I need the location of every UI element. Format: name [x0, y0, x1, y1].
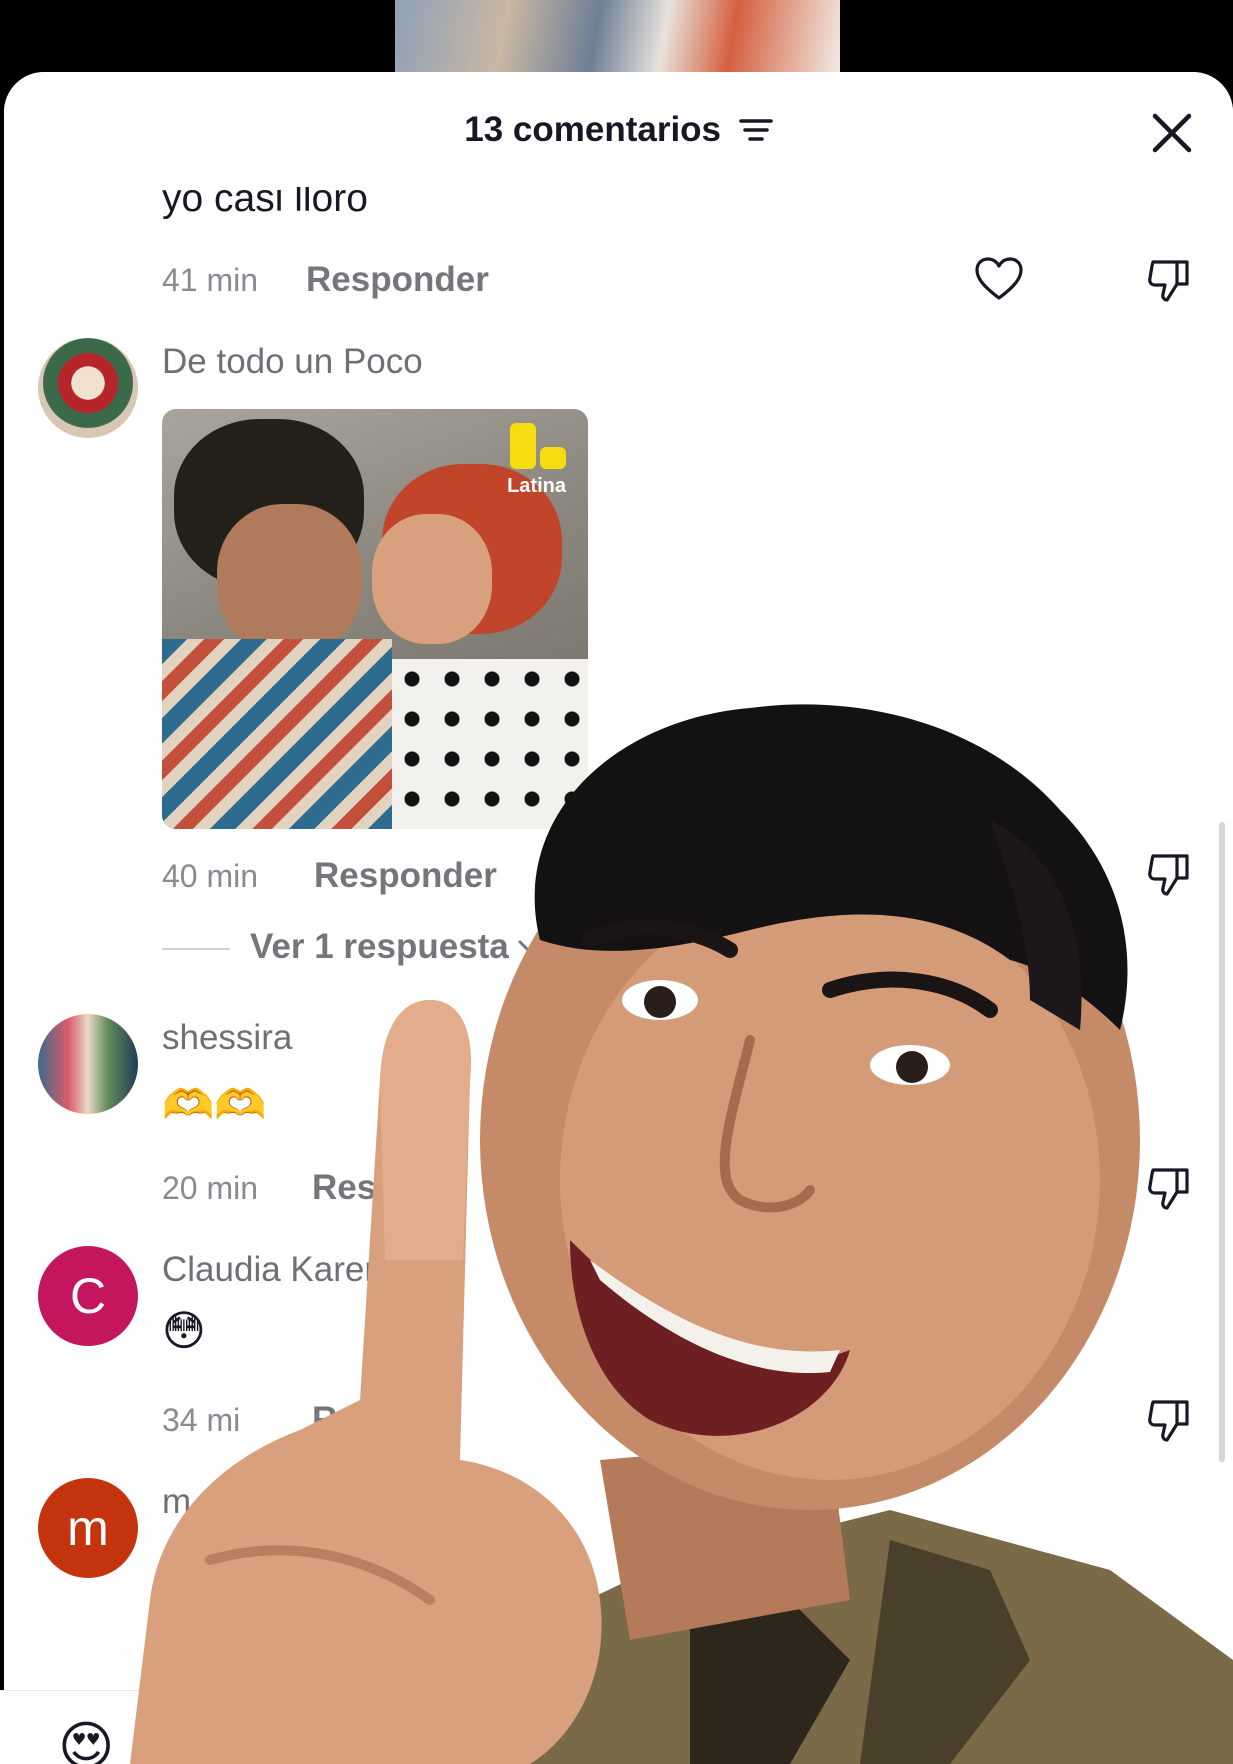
- avatar[interactable]: m: [38, 1478, 138, 1578]
- comments-title: 13 comentarios: [4, 108, 1233, 150]
- latina-logo-text: Latina: [507, 475, 566, 497]
- creator-overlay: [130, 704, 1233, 1764]
- dislike-icon[interactable]: [1143, 254, 1195, 306]
- video-frame: [395, 0, 840, 80]
- photo-face: [372, 514, 492, 644]
- heart-icon[interactable]: [973, 254, 1025, 306]
- avatar-initial: C: [69, 1268, 107, 1324]
- photo-face: [217, 504, 362, 654]
- comments-header: 13 comentarios: [4, 72, 1233, 187]
- filter-icon[interactable]: [739, 116, 773, 144]
- heart-eyes-emoji[interactable]: 😍: [58, 1720, 114, 1764]
- reply-button[interactable]: Responder: [306, 260, 489, 300]
- avatar[interactable]: [38, 1014, 138, 1114]
- latina-logo: [510, 423, 566, 471]
- close-icon[interactable]: [1149, 110, 1195, 156]
- comment-author[interactable]: De todo un Poco: [162, 342, 423, 382]
- avatar-initial: m: [67, 1500, 109, 1556]
- avatar[interactable]: [38, 338, 138, 438]
- comments-count: 13 comentarios: [464, 109, 722, 149]
- avatar[interactable]: C: [38, 1246, 138, 1346]
- comment-time: 41 min: [162, 262, 259, 298]
